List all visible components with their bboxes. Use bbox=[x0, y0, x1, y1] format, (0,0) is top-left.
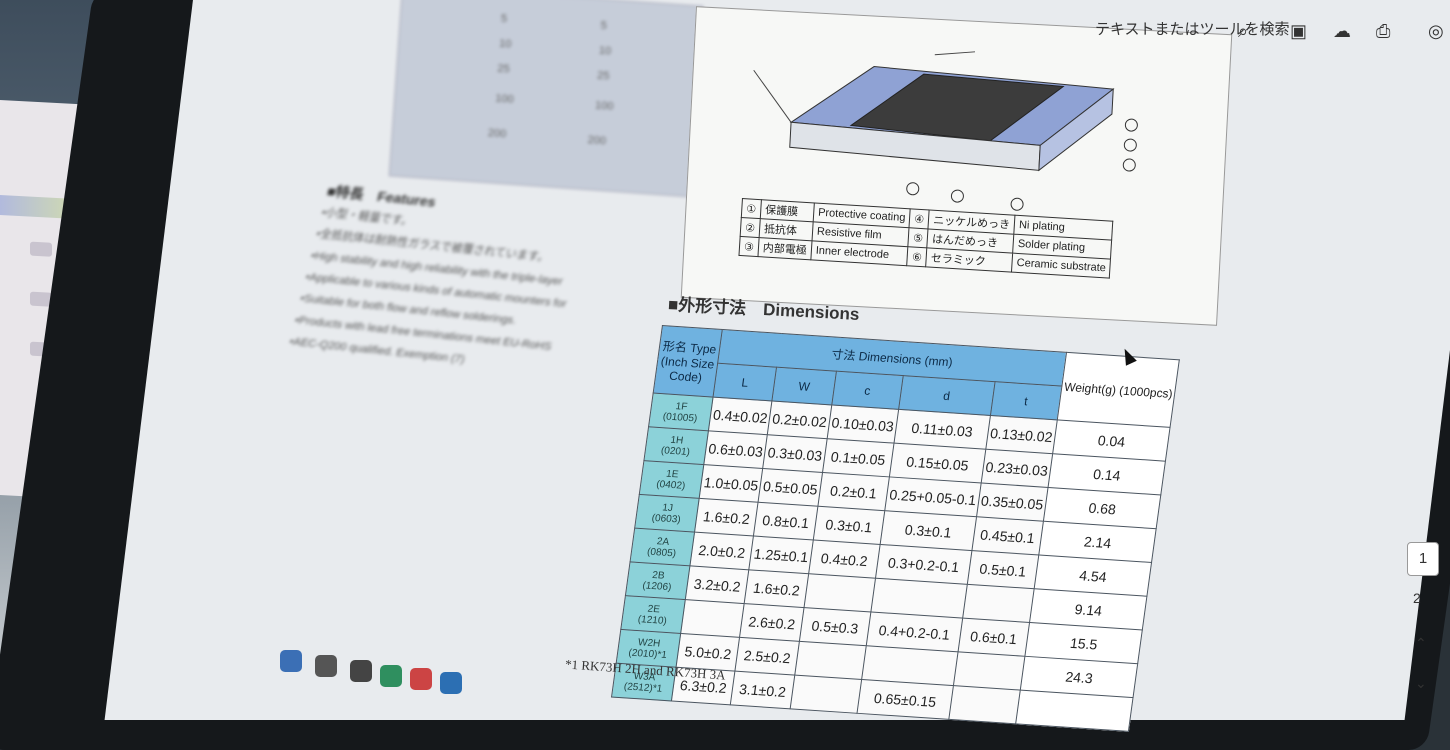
cell-W: 3.1±0.2 bbox=[730, 671, 795, 709]
cell-c: 0.4±0.2 bbox=[808, 539, 881, 579]
type-header: 形名 Type (Inch Size Code) bbox=[653, 325, 723, 398]
legend-num: ③ bbox=[738, 236, 759, 257]
cell-c: 0.3±0.1 bbox=[813, 506, 885, 545]
type-cell: 2B (1206) bbox=[625, 561, 690, 600]
cell-t bbox=[948, 685, 1021, 724]
cell-W: 0.5±0.05 bbox=[758, 468, 823, 507]
cell-W: 1.25±0.1 bbox=[749, 536, 814, 574]
cell-wt bbox=[1015, 690, 1134, 732]
start-icon[interactable] bbox=[280, 650, 302, 672]
type-cell: 1H (0201) bbox=[643, 426, 709, 465]
resistor-diagram bbox=[680, 6, 1233, 326]
legend-num: ⑥ bbox=[906, 246, 927, 267]
account-icon[interactable]: ◎ bbox=[1428, 22, 1450, 40]
legend-num: ① bbox=[741, 198, 762, 219]
save-icon[interactable]: ▣ bbox=[1290, 22, 1312, 40]
page-up-icon[interactable]: ⌃ bbox=[1415, 635, 1427, 652]
type-cell: 1J (0603) bbox=[634, 494, 700, 533]
legend-num: ④ bbox=[909, 208, 930, 229]
resistor-drawing bbox=[753, 51, 1138, 211]
cell-c bbox=[789, 675, 862, 714]
cell-W: 0.8±0.1 bbox=[753, 502, 818, 540]
app-icon[interactable] bbox=[380, 665, 402, 687]
type-cell: 1F (01005) bbox=[648, 393, 714, 431]
cell-c bbox=[794, 641, 867, 680]
edge-icon[interactable] bbox=[440, 672, 462, 694]
cell-c: 0.2±0.1 bbox=[817, 472, 890, 511]
type-cell: 2E (1210) bbox=[620, 595, 686, 634]
cell-c: 0.10±0.03 bbox=[826, 404, 899, 444]
col-header: c bbox=[831, 371, 904, 410]
cell-L: 1.6±0.2 bbox=[694, 498, 759, 537]
browser-icon[interactable] bbox=[410, 668, 432, 690]
page-button-2[interactable]: 2 bbox=[1413, 590, 1421, 606]
cell-c: 0.1±0.05 bbox=[822, 438, 895, 477]
col-header: L bbox=[713, 363, 777, 401]
type-cell: 1E (0402) bbox=[639, 460, 704, 499]
cell-t: 0.35±0.05 bbox=[976, 482, 1049, 522]
cell-L bbox=[680, 599, 745, 638]
taskview-icon[interactable] bbox=[350, 660, 372, 682]
legend-jp: 内部電極 bbox=[757, 237, 812, 260]
cell-t: 0.6±0.1 bbox=[957, 618, 1030, 657]
cell-W: 1.6±0.2 bbox=[744, 569, 809, 608]
cell-c bbox=[803, 573, 876, 612]
blurred-table: 55 10 10 25 25 100 100 200 200 bbox=[388, 0, 704, 198]
page-button-1[interactable]: 1 bbox=[1407, 542, 1439, 576]
cell-L: 0.6±0.03 bbox=[703, 430, 768, 469]
cell-t: 0.13±0.02 bbox=[985, 415, 1058, 454]
col-header: W bbox=[772, 367, 837, 405]
upload-icon[interactable]: ☁ bbox=[1333, 22, 1355, 40]
cell-L: 2.0±0.2 bbox=[689, 532, 754, 570]
cell-t: 0.23±0.03 bbox=[980, 449, 1053, 488]
features-text: ■特長 Features •小型・軽量です。 •全抵抗体は耐熱性ガラスで被覆され… bbox=[287, 180, 628, 384]
search-label[interactable]: テキストまたはツールを検索 bbox=[1095, 18, 1290, 39]
legend-num: ② bbox=[740, 217, 761, 238]
cell-W: 0.3±0.03 bbox=[763, 434, 827, 473]
weight-header: Weight(g) (1000pcs) bbox=[1057, 352, 1180, 428]
cell-t bbox=[953, 651, 1025, 691]
cell-W: 2.6±0.2 bbox=[739, 603, 804, 642]
search-icon[interactable]: ⌕ bbox=[1238, 22, 1260, 40]
type-cell: 2A (0805) bbox=[630, 528, 695, 566]
print-icon[interactable]: ⎙ bbox=[1376, 22, 1398, 40]
cell-t: 0.5±0.1 bbox=[967, 550, 1039, 589]
legend-num: ⑤ bbox=[908, 227, 929, 248]
calendar-cell bbox=[30, 241, 52, 257]
cell-d: 0.65±0.15 bbox=[857, 679, 954, 720]
cell-c: 0.5±0.3 bbox=[799, 607, 871, 646]
cell-t bbox=[962, 584, 1035, 623]
page-navigator: 1 2 ⌃ ⌄ bbox=[1405, 540, 1445, 700]
cell-t: 0.45±0.1 bbox=[971, 516, 1044, 555]
cell-L: 1.0±0.05 bbox=[699, 464, 764, 503]
search-taskbar-icon[interactable] bbox=[315, 655, 337, 677]
col-header: t bbox=[990, 381, 1062, 420]
page-down-icon[interactable]: ⌄ bbox=[1415, 675, 1427, 692]
cell-W: 0.2±0.02 bbox=[767, 400, 832, 439]
cell-W: 2.5±0.2 bbox=[735, 637, 800, 676]
cell-L: 0.4±0.02 bbox=[708, 397, 773, 435]
cell-L: 3.2±0.2 bbox=[685, 565, 750, 604]
